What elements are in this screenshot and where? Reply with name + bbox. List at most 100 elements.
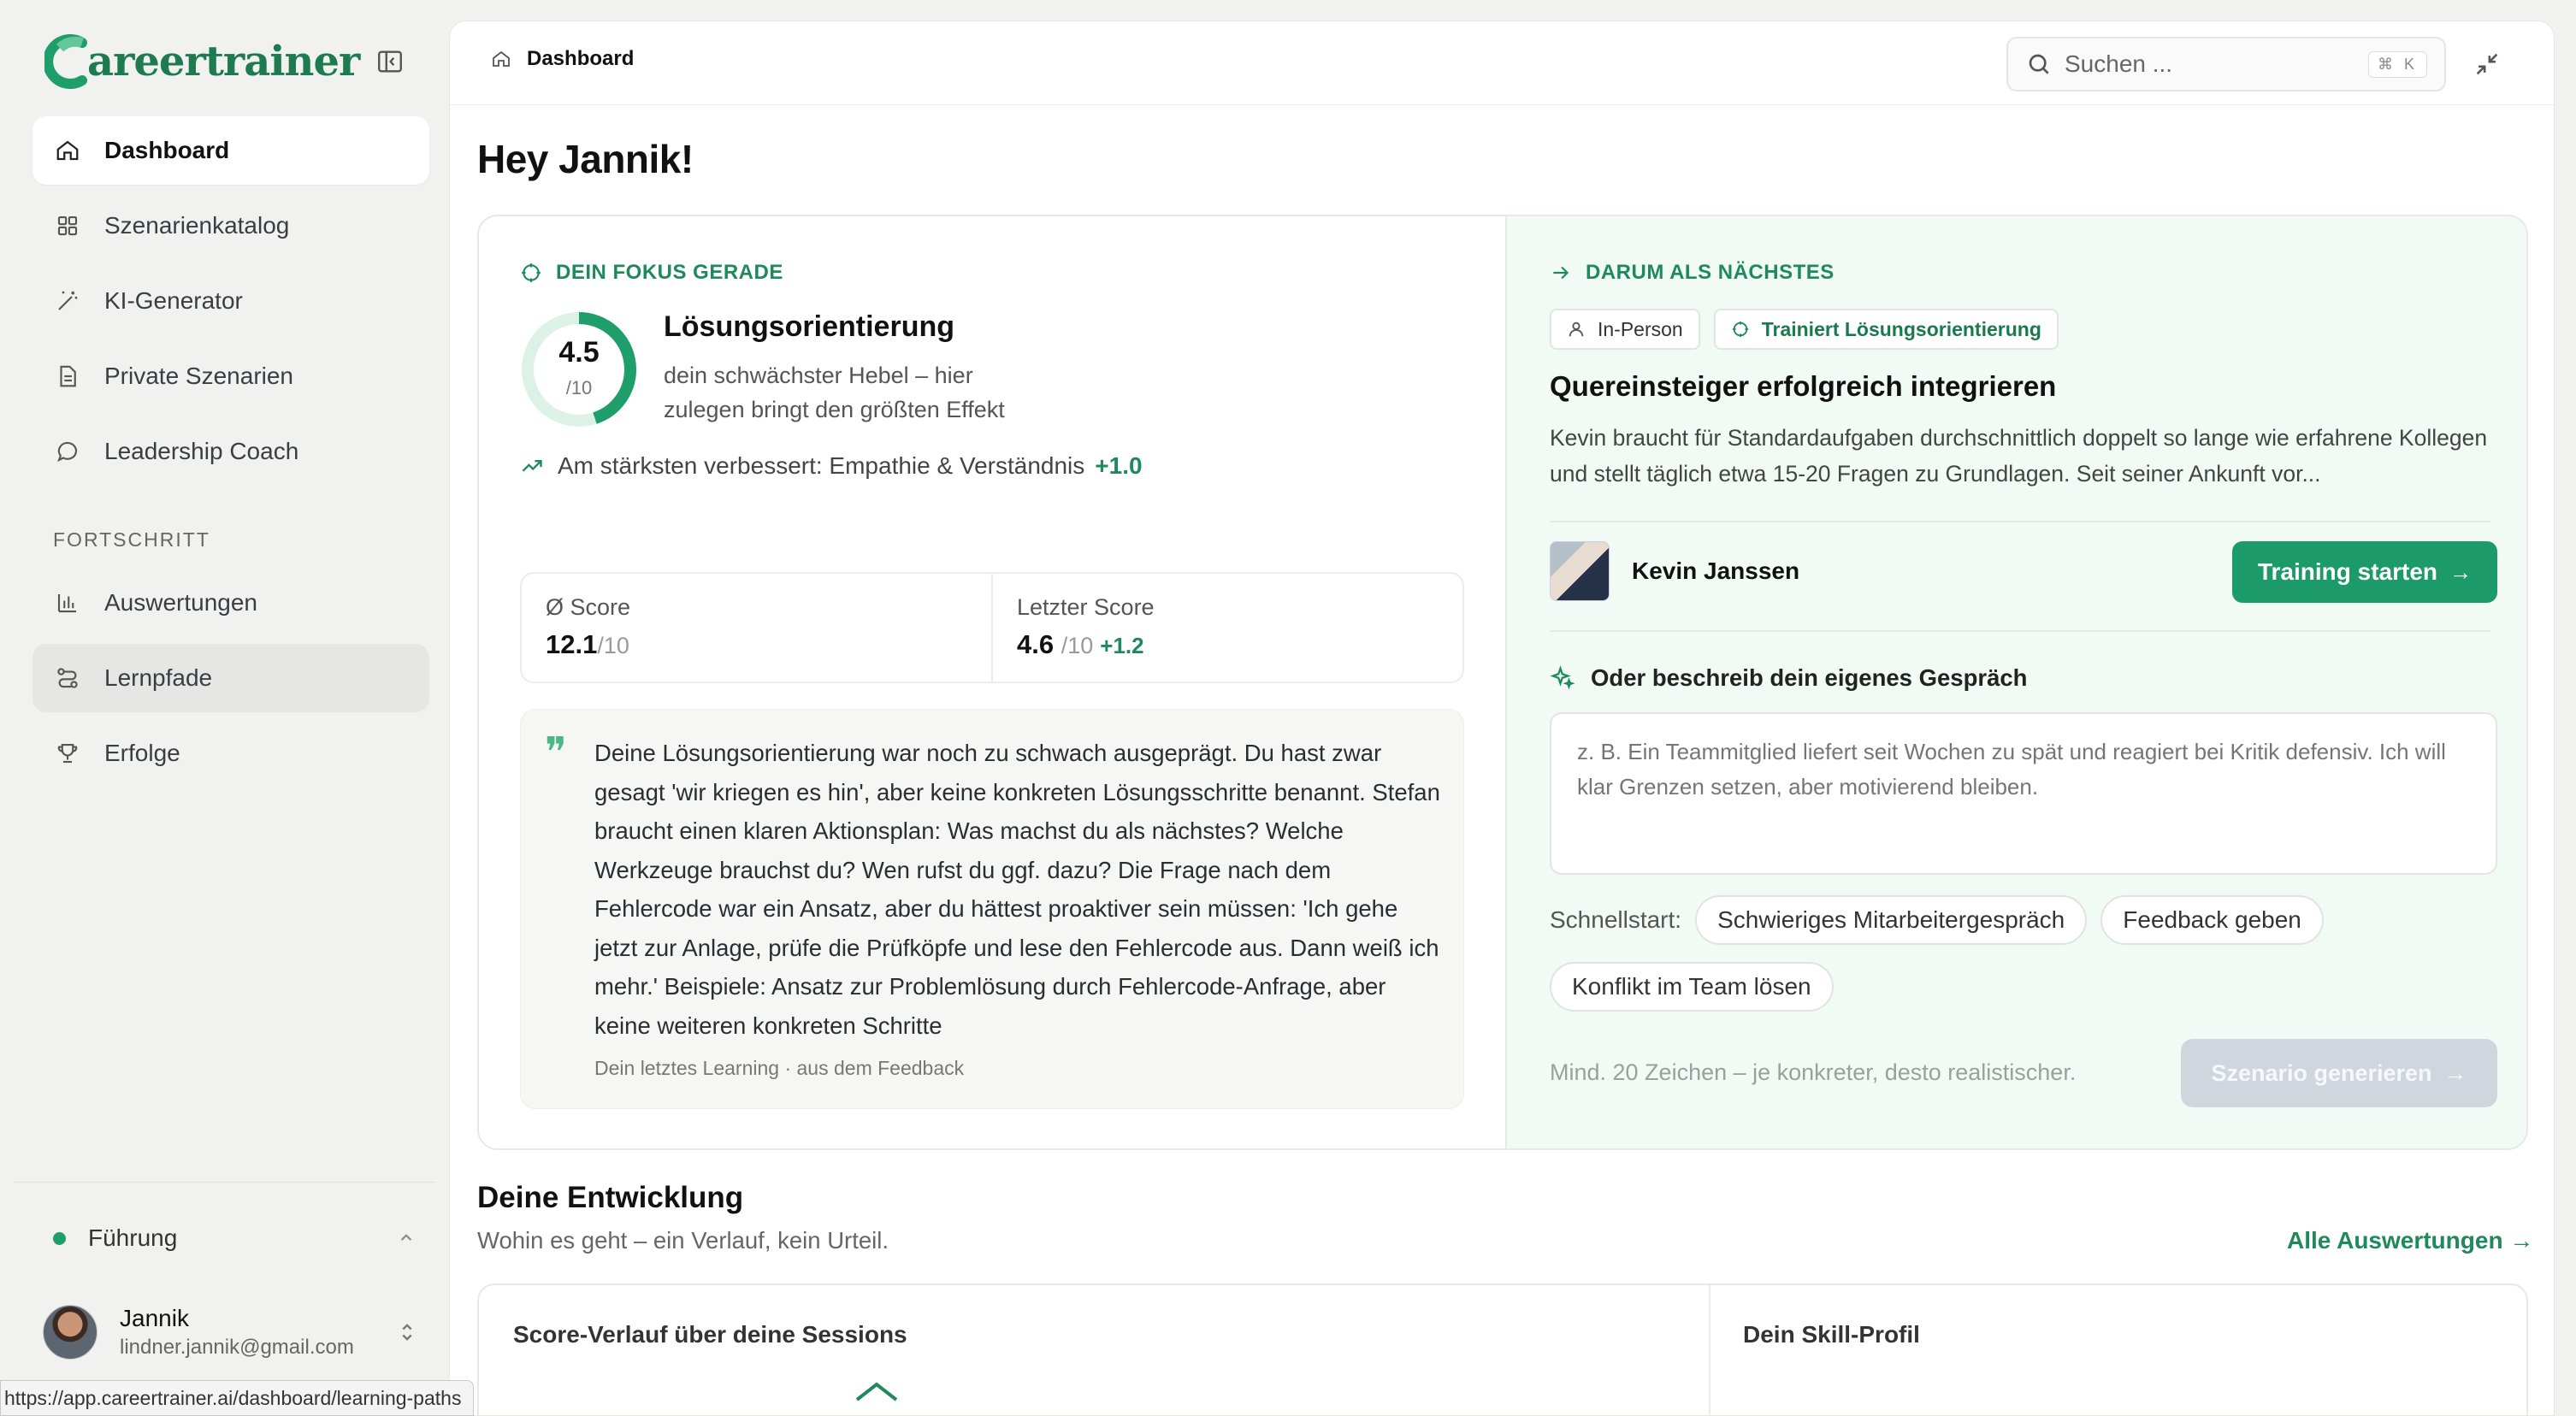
- scenario-description-input[interactable]: [1550, 712, 2497, 875]
- home-icon: [491, 47, 515, 71]
- last-score-cell: Letzter Score 4.6 /10 +1.2: [991, 574, 1462, 681]
- arrow-right-icon: →: [2509, 1227, 2534, 1254]
- collapse-sidebar-button[interactable]: [373, 44, 407, 79]
- score-ring-denominator: /10: [565, 377, 593, 398]
- breadcrumb-label: Dashboard: [527, 47, 635, 70]
- skill-profile-title: Dein Skill-Profil: [1743, 1321, 1920, 1348]
- keyboard-shortcut-badge: ⌘ K: [2367, 50, 2427, 78]
- focus-card: DEIN FOKUS GERADE 4.5 /10 Lösungsorienti…: [477, 215, 2528, 1150]
- sidebar-divider: [14, 1182, 436, 1183]
- sidebar-item-label: Lernpfade: [104, 664, 213, 691]
- section-heading-fortschritt: FORTSCHRITT: [53, 528, 210, 551]
- page-title: Hey Jannik!: [477, 137, 694, 181]
- topbar: Dashboard Suchen ... ⌘ K: [450, 21, 2554, 105]
- sidebar-item-leadership-coach[interactable]: Leadership Coach: [32, 417, 429, 486]
- quickstart-chip[interactable]: Schwieriges Mitarbeitergespräch: [1695, 895, 2088, 945]
- development-title: Deine Entwicklung: [477, 1181, 744, 1214]
- scenario-person: Kevin Janssen: [1550, 541, 1799, 601]
- quickstart: Schnellstart: Schwieriges Mitarbeiterges…: [1550, 895, 2490, 1029]
- bar-chart-icon: [53, 588, 82, 617]
- tag-trains-skill-label: Trainiert Lösungsorientierung: [1761, 317, 2041, 340]
- minimize-icon: [2476, 53, 2498, 75]
- score-ring-value: 4.5: [558, 336, 600, 369]
- quote-source: Dein letztes Learning · aus dem Feedback: [594, 1057, 965, 1079]
- last-score-den: /10: [1061, 633, 1094, 658]
- quote-text: Deine Lösungsorientierung war noch zu sc…: [594, 740, 1440, 1039]
- sidebar-item-label: Szenarienkatalog: [104, 212, 290, 239]
- sparkles-icon: [1550, 664, 1577, 692]
- own-scenario-heading: Oder beschreib dein eigenes Gespräch: [1550, 664, 2027, 692]
- start-training-label: Training starten: [2257, 558, 2438, 585]
- all-evaluations-link[interactable]: Alle Auswertungen →: [2287, 1227, 2533, 1254]
- last-score-label: Letzter Score: [1017, 594, 1155, 620]
- sidebar-item-szenarienkatalog[interactable]: Szenarienkatalog: [32, 192, 429, 260]
- person-photo: [1550, 541, 1610, 601]
- workspace-switcher[interactable]: Führung: [32, 1212, 417, 1264]
- route-icon: [53, 664, 82, 693]
- magic-wand-icon: [53, 286, 82, 316]
- next-scenario-panel: DARUM ALS NÄCHSTES In-Person Trainiert L…: [1505, 216, 2526, 1148]
- next-eyebrow-label: DARUM ALS NÄCHSTES: [1586, 261, 1835, 284]
- quickstart-row: Schnellstart: Schwieriges Mitarbeiterges…: [1550, 895, 2490, 945]
- most-improved: Am stärksten verbessert: Empathie & Vers…: [520, 452, 1143, 480]
- crosshair-icon: [520, 261, 544, 285]
- quickstart-label: Schnellstart:: [1550, 906, 1682, 933]
- scenario-description: Kevin braucht für Standardaufgaben durch…: [1550, 425, 2488, 487]
- crosshair-icon: [1731, 319, 1752, 339]
- sidebar-collapse-icon: [378, 50, 402, 73]
- focus-skill-desc: dein schwächster Hebel – hier zulegen br…: [664, 363, 1005, 422]
- app-root: areertrainer Dashboard Szenarienkatalog …: [0, 0, 2576, 1416]
- sidebar-item-dashboard[interactable]: Dashboard: [32, 116, 429, 185]
- focus-skill-title: Lösungsorientierung: [664, 310, 954, 343]
- quickstart-row: Konflikt im Team lösen: [1550, 962, 2490, 1012]
- sidebar: areertrainer Dashboard Szenarienkatalog …: [0, 0, 449, 1416]
- start-training-button[interactable]: Training starten →: [2232, 541, 2497, 603]
- divider: [1550, 521, 2490, 522]
- sidebar-item-lernpfade[interactable]: Lernpfade: [32, 644, 429, 712]
- sidebar-item-label: Erfolge: [104, 740, 180, 766]
- logo-c-mark-icon: [44, 34, 87, 89]
- quickstart-chip[interactable]: Feedback geben: [2100, 895, 2324, 945]
- generate-scenario-label: Szenario generieren: [2211, 1059, 2432, 1086]
- breadcrumb[interactable]: Dashboard: [491, 47, 634, 71]
- quote-icon: ❞: [545, 729, 567, 776]
- sidebar-item-ki-generator[interactable]: KI-Generator: [32, 267, 429, 335]
- progress-nav: Auswertungen Lernpfade Erfolge: [32, 569, 429, 794]
- document-icon: [53, 362, 82, 391]
- own-scenario-heading-label: Oder beschreib dein eigenes Gespräch: [1591, 664, 2028, 691]
- workspace-label: Führung: [88, 1224, 178, 1251]
- user-email: lindner.jannik@gmail.com: [120, 1336, 354, 1359]
- avg-score-label: Ø Score: [546, 594, 631, 620]
- tag-trains-skill: Trainiert Lösungsorientierung: [1713, 309, 2059, 350]
- grid-icon: [53, 211, 82, 240]
- score-ring: 4.5 /10: [520, 310, 638, 428]
- avg-score-value: 12.1/10: [546, 629, 967, 660]
- avg-score-cell: Ø Score 12.1/10: [522, 574, 991, 681]
- brand-logo[interactable]: areertrainer: [44, 31, 360, 92]
- status-bar-url: https://app.careertrainer.ai/dashboard/l…: [0, 1380, 475, 1416]
- divider: [1709, 1285, 1710, 1415]
- most-improved-delta: +1.0: [1095, 452, 1143, 479]
- search-icon: [2029, 54, 2049, 74]
- person-name: Kevin Janssen: [1632, 558, 1800, 584]
- user-menu[interactable]: Jannik lindner.jannik@gmail.com: [43, 1298, 419, 1366]
- development-subtitle: Wohin es geht – ein Verlauf, kein Urteil…: [477, 1227, 889, 1254]
- sidebar-item-auswertungen[interactable]: Auswertungen: [32, 569, 429, 637]
- arrow-right-icon: →: [2443, 1059, 2467, 1086]
- sidebar-item-private-szenarien[interactable]: Private Szenarien: [32, 342, 429, 410]
- search-placeholder: Suchen ...: [2065, 50, 2173, 77]
- status-dot: [53, 1231, 66, 1245]
- sidebar-item-label: KI-Generator: [104, 287, 243, 314]
- scenario-tags: In-Person Trainiert Lösungsorientierung: [1550, 309, 2072, 350]
- minimize-button[interactable]: [2468, 45, 2506, 83]
- score-history-title: Score-Verlauf über deine Sessions: [513, 1321, 907, 1348]
- generate-scenario-button[interactable]: Szenario generieren →: [2181, 1039, 2497, 1107]
- last-score-delta: +1.2: [1100, 633, 1144, 658]
- quickstart-chip[interactable]: Konflikt im Team lösen: [1550, 962, 1834, 1012]
- arrow-right-icon: [1550, 261, 1574, 285]
- score-summary: Ø Score 12.1/10 Letzter Score 4.6 /10 +1.…: [520, 572, 1464, 683]
- sidebar-item-erfolge[interactable]: Erfolge: [32, 719, 429, 788]
- main-nav: Dashboard Szenarienkatalog KI-Generator …: [32, 116, 429, 493]
- trophy-icon: [53, 739, 82, 768]
- search-input[interactable]: Suchen ... ⌘ K: [2006, 37, 2446, 91]
